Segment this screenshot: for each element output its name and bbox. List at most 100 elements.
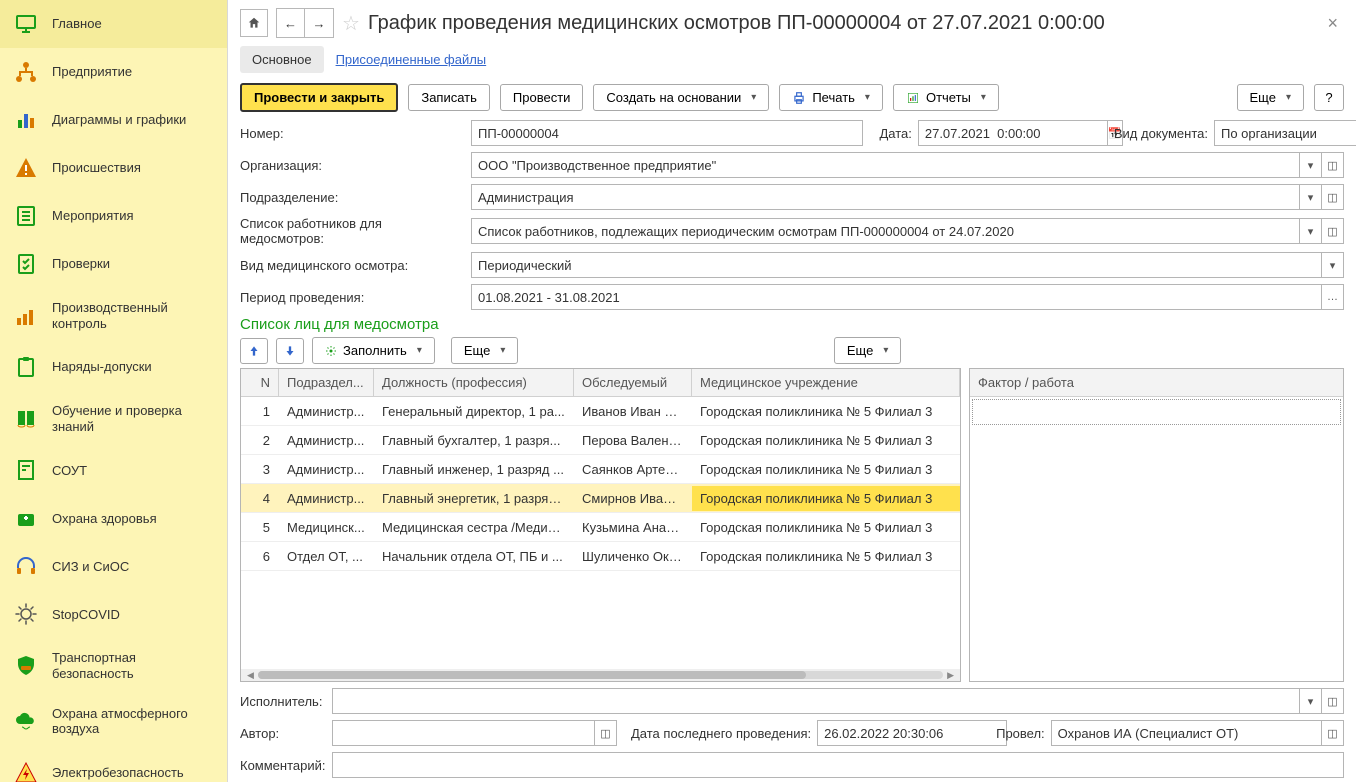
dropdown-icon[interactable]: ▾ xyxy=(1300,184,1322,210)
dropdown-icon[interactable]: ▾ xyxy=(1300,688,1322,714)
col-header-dep[interactable]: Подраздел... xyxy=(279,369,374,396)
sidebar-item-incidents[interactable]: Происшествия xyxy=(0,144,227,192)
date-input[interactable] xyxy=(918,120,1108,146)
col-header-factor[interactable]: Фактор / работа xyxy=(970,369,1343,396)
open-icon[interactable]: ◫ xyxy=(1322,688,1344,714)
examtype-input[interactable] xyxy=(471,252,1322,278)
sidebar-item-health[interactable]: Охрана здоровья xyxy=(0,494,227,542)
sidebar-item-training[interactable]: Обучение и проверка знаний xyxy=(0,391,227,446)
document-icon xyxy=(14,458,38,482)
post-and-close-button[interactable]: Провести и закрыть xyxy=(240,83,398,112)
print-button[interactable]: Печать xyxy=(779,84,883,111)
cell-n: 4 xyxy=(241,486,279,511)
tab-main[interactable]: Основное xyxy=(240,46,324,73)
dropdown-icon[interactable]: ▾ xyxy=(1300,218,1322,244)
save-button[interactable]: Записать xyxy=(408,84,490,111)
tab-files[interactable]: Присоединенные файлы xyxy=(324,46,499,73)
sub-more-left-button[interactable]: Еще xyxy=(451,337,518,364)
sidebar-item-electro[interactable]: Электробезопасность xyxy=(0,749,227,782)
move-down-button[interactable] xyxy=(276,338,304,364)
period-label: Период проведения: xyxy=(240,290,465,305)
sub-more-right-button[interactable]: Еще xyxy=(834,337,901,364)
sidebar-item-events[interactable]: Мероприятия xyxy=(0,192,227,240)
examtype-label: Вид медицинского осмотра: xyxy=(240,258,465,273)
open-icon[interactable]: ◫ xyxy=(1322,184,1344,210)
dept-label: Подразделение: xyxy=(240,190,465,205)
table-body[interactable]: 1Администр...Генеральный директор, 1 ра.… xyxy=(241,397,960,669)
table-row[interactable]: 2Администр...Главный бухгалтер, 1 разря.… xyxy=(241,426,960,455)
horizontal-scrollbar[interactable]: ◀▶ xyxy=(241,669,960,681)
col-header-per[interactable]: Обследуемый xyxy=(574,369,692,396)
sidebar-item-transport[interactable]: Транспортная безопасность xyxy=(0,638,227,693)
comment-input[interactable] xyxy=(332,752,1344,778)
cell-n: 1 xyxy=(241,399,279,424)
sidebar-item-label: StopCOVID xyxy=(52,607,120,623)
cell-pos: Главный бухгалтер, 1 разря... xyxy=(374,428,574,453)
cell-dep: Администр... xyxy=(279,399,374,424)
org-input[interactable] xyxy=(471,152,1300,178)
sidebar-item-permits[interactable]: Наряды-допуски xyxy=(0,343,227,391)
table-row[interactable]: 6Отдел ОТ, ...Начальник отдела ОТ, ПБ и … xyxy=(241,542,960,571)
form: Номер: Дата: 📅 Вид документа: ▾ Организа… xyxy=(240,120,1344,310)
sidebar-item-main[interactable]: Главное xyxy=(0,0,227,48)
sidebar-item-charts[interactable]: Диаграммы и графики xyxy=(0,96,227,144)
sidebar-item-prodcontrol[interactable]: Производственный контроль xyxy=(0,288,227,343)
dropdown-icon[interactable]: ▾ xyxy=(1322,252,1344,278)
author-input[interactable] xyxy=(332,720,595,746)
number-input[interactable] xyxy=(471,120,863,146)
fill-button[interactable]: Заполнить xyxy=(312,337,435,364)
table-row[interactable]: 4Администр...Главный энергетик, 1 разряд… xyxy=(241,484,960,513)
sidebar-item-enterprise[interactable]: Предприятие xyxy=(0,48,227,96)
main-table: N Подраздел... Должность (профессия) Обс… xyxy=(240,368,961,682)
forward-button[interactable]: → xyxy=(305,9,333,37)
post-button[interactable]: Провести xyxy=(500,84,584,111)
sidebar-item-label: Электробезопасность xyxy=(52,765,184,781)
lastdate-input[interactable] xyxy=(817,720,1007,746)
bottom-form: Исполнитель: ▾◫ Автор: ◫ Дата последнего… xyxy=(240,688,1344,778)
col-header-med[interactable]: Медицинское учреждение xyxy=(692,369,960,396)
open-icon[interactable]: ◫ xyxy=(1322,152,1344,178)
sidebar-item-sout[interactable]: СОУТ xyxy=(0,446,227,494)
col-header-pos[interactable]: Должность (профессия) xyxy=(374,369,574,396)
back-button[interactable]: ← xyxy=(277,9,305,37)
help-button[interactable]: ? xyxy=(1314,84,1344,111)
sidebar-item-checks[interactable]: Проверки xyxy=(0,240,227,288)
empty-factor-row[interactable] xyxy=(972,399,1341,425)
conducted-input[interactable] xyxy=(1051,720,1322,746)
col-header-n[interactable]: N xyxy=(241,369,279,396)
titlebar: ← → ☆ График проведения медицинских осмо… xyxy=(240,8,1344,38)
cell-dep: Отдел ОТ, ... xyxy=(279,544,374,569)
open-icon[interactable]: ◫ xyxy=(1322,218,1344,244)
sidebar-item-siz[interactable]: СИЗ и СиОС xyxy=(0,542,227,590)
ellipsis-icon[interactable]: … xyxy=(1322,284,1344,310)
open-icon[interactable]: ◫ xyxy=(595,720,617,746)
open-icon[interactable]: ◫ xyxy=(1322,720,1344,746)
fill-label: Заполнить xyxy=(343,343,407,358)
cloud-icon xyxy=(14,709,38,733)
conducted-label: Провел: xyxy=(996,726,1045,741)
cell-n: 2 xyxy=(241,428,279,453)
factor-table: Фактор / работа xyxy=(969,368,1344,682)
date-label: Дата: xyxy=(879,126,911,141)
create-based-button[interactable]: Создать на основании xyxy=(593,84,769,111)
contractor-input[interactable] xyxy=(332,688,1300,714)
dept-input[interactable] xyxy=(471,184,1300,210)
sidebar-item-air[interactable]: Охрана атмосферного воздуха xyxy=(0,694,227,749)
more-button[interactable]: Еще xyxy=(1237,84,1304,111)
sidebar-item-covid[interactable]: StopCOVID xyxy=(0,590,227,638)
home-button[interactable] xyxy=(240,9,268,37)
org-chart-icon xyxy=(14,60,38,84)
sidebar-item-label: СИЗ и СиОС xyxy=(52,559,129,575)
table-row[interactable]: 5Медицинск...Медицинская сестра /Медиц..… xyxy=(241,513,960,542)
close-button[interactable]: × xyxy=(1321,13,1344,34)
dropdown-icon[interactable]: ▾ xyxy=(1300,152,1322,178)
move-up-button[interactable] xyxy=(240,338,268,364)
table-row[interactable]: 1Администр...Генеральный директор, 1 ра.… xyxy=(241,397,960,426)
workerslist-input[interactable] xyxy=(471,218,1300,244)
reports-button[interactable]: Отчеты xyxy=(893,84,999,111)
table-row[interactable]: 3Администр...Главный инженер, 1 разряд .… xyxy=(241,455,960,484)
favorite-star-icon[interactable]: ☆ xyxy=(342,11,360,36)
sidebar-item-label: Главное xyxy=(52,16,102,32)
doctype-input[interactable] xyxy=(1214,120,1356,146)
period-input[interactable] xyxy=(471,284,1322,310)
